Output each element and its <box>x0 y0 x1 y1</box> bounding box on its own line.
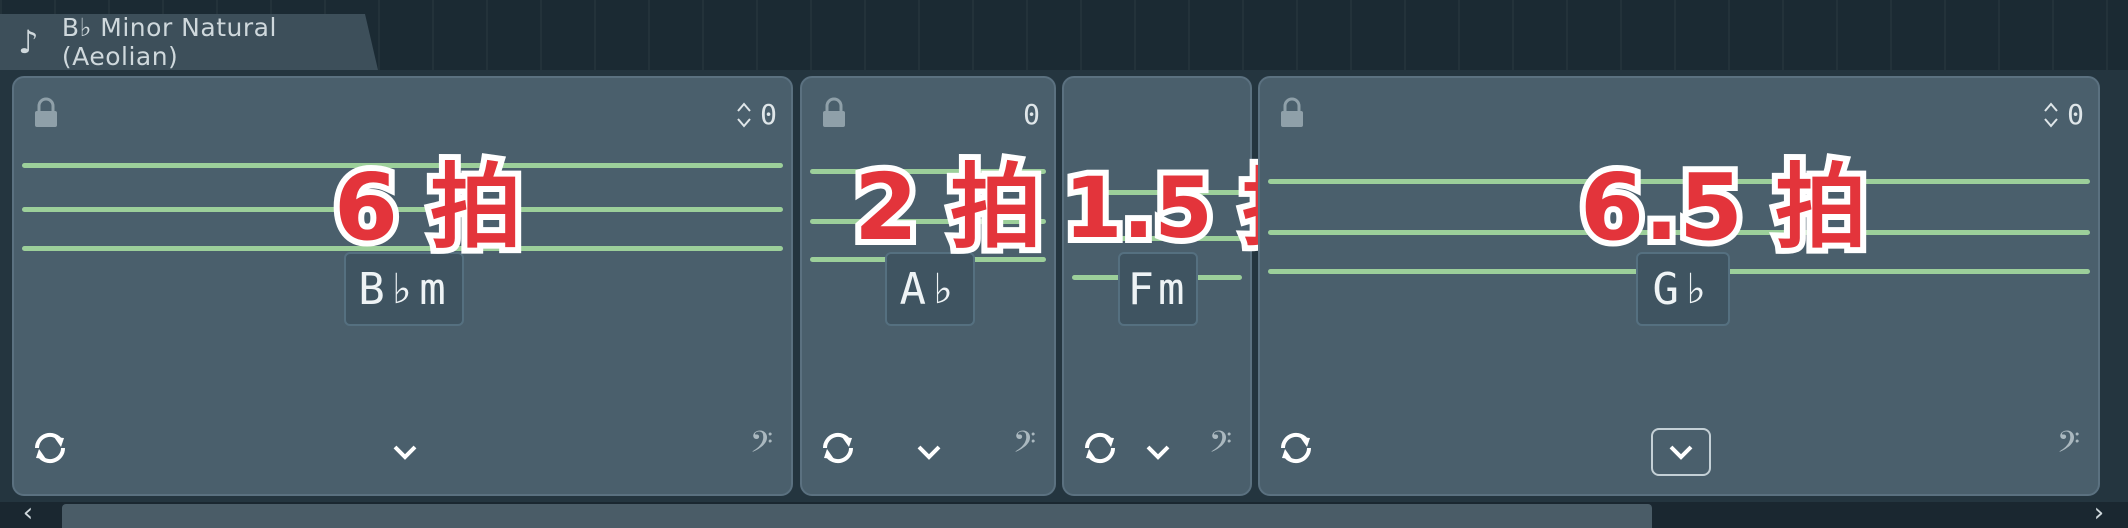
cycle-icon[interactable] <box>1080 428 1120 468</box>
chevron-left-icon: ‹ <box>22 498 34 528</box>
chord-panel-4[interactable]: 0 G♭ 𝄢 6.5 拍 <box>1258 76 2100 496</box>
expand-button[interactable] <box>1128 428 1188 476</box>
chevron-down-icon <box>1669 445 1693 460</box>
expand-button[interactable] <box>899 428 959 476</box>
pitch-offset: 0 <box>1023 98 1040 131</box>
scroll-right-button[interactable]: › <box>2070 498 2128 528</box>
cycle-icon[interactable] <box>818 428 858 468</box>
chord-panel-2[interactable]: 0 A♭ 𝄢 2 拍 <box>800 76 1056 496</box>
scale-tab[interactable]: ♪ B♭ Minor Natural (Aeolian) <box>0 14 378 70</box>
chord-name[interactable]: A♭ <box>885 252 975 326</box>
beats-annotation: 6 拍 <box>328 152 528 264</box>
bass-clef-icon[interactable]: 𝄢 <box>750 426 773 468</box>
pitch-offset: 0 <box>760 98 777 131</box>
pitch-offset: 0 <box>2067 98 2084 131</box>
cycle-icon[interactable] <box>1276 428 1316 468</box>
expand-button[interactable] <box>1651 428 1711 476</box>
chord-name[interactable]: B♭m <box>344 252 464 326</box>
chord-name[interactable]: G♭ <box>1636 252 1730 326</box>
pitch-stepper[interactable]: 0 <box>2043 98 2084 131</box>
cycle-icon[interactable] <box>30 428 70 468</box>
chord-panel-3[interactable]: Fm 𝄢 1.5 拍 <box>1058 76 1332 496</box>
scrollbar-thumb[interactable] <box>62 504 1652 528</box>
lock-icon[interactable] <box>32 96 60 130</box>
lock-icon[interactable] <box>1278 96 1306 130</box>
up-down-arrows-icon[interactable] <box>2043 100 2059 130</box>
bass-clef-icon[interactable]: 𝄢 <box>2057 426 2080 468</box>
chevron-right-icon: › <box>2093 498 2105 528</box>
bass-clef-icon[interactable]: 𝄢 <box>1209 426 1232 468</box>
scroll-left-button[interactable]: ‹ <box>0 498 56 528</box>
chord-panel-1[interactable]: 0 B♭m 𝄢 6 拍 <box>12 76 793 496</box>
beats-annotation: 2 拍 <box>848 152 1048 264</box>
up-down-arrows-icon[interactable] <box>736 100 752 130</box>
chevron-down-icon <box>1146 445 1170 460</box>
chevron-down-icon <box>917 445 941 460</box>
scale-name: B♭ Minor Natural (Aeolian) <box>61 13 277 71</box>
expand-button[interactable] <box>375 428 435 476</box>
chevron-down-icon <box>393 445 417 460</box>
pitch-stepper[interactable]: 0 <box>736 98 777 131</box>
eighth-note-icon: ♪ <box>18 23 39 61</box>
lock-icon[interactable] <box>820 96 848 130</box>
bass-clef-icon[interactable]: 𝄢 <box>1013 426 1036 468</box>
chord-name[interactable]: Fm <box>1118 252 1198 326</box>
chord-track: 0 B♭m 𝄢 6 拍 0 A♭ 𝄢 2 拍 Fm 𝄢 1.5 拍 0 G♭ 𝄢… <box>0 70 2128 502</box>
pitch-stepper[interactable]: 0 <box>1023 98 1040 131</box>
beats-annotation: 6.5 拍 <box>1574 152 1873 264</box>
